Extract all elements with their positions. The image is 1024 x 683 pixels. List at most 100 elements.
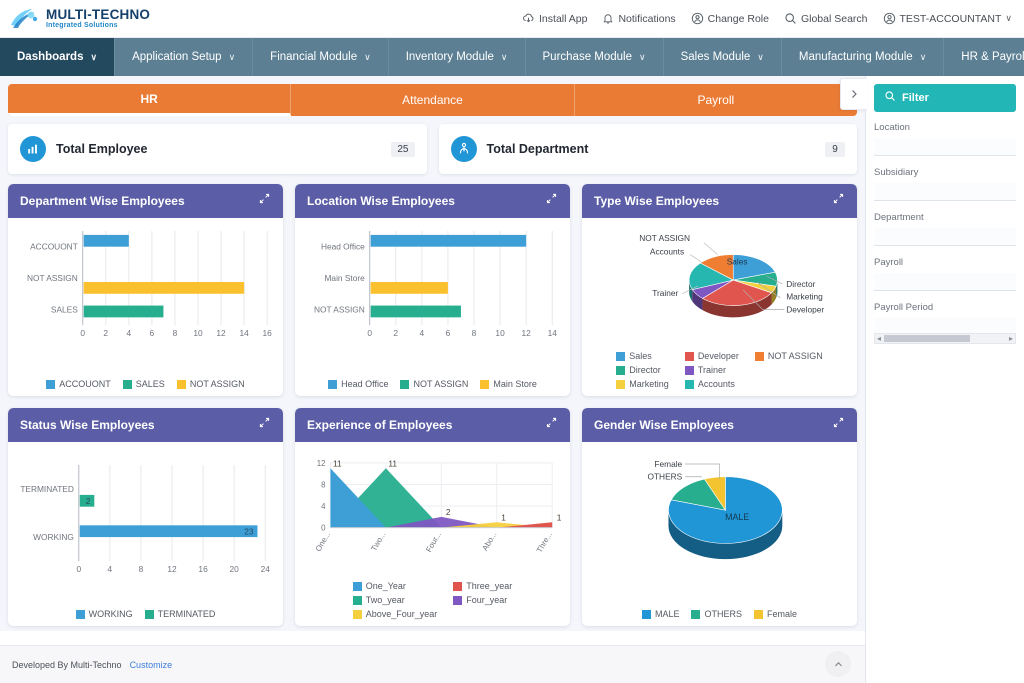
- expand-icon[interactable]: [545, 192, 558, 210]
- svg-text:Four...: Four...: [424, 530, 443, 554]
- expand-icon[interactable]: [258, 416, 271, 434]
- legend-label: OTHERS: [704, 609, 742, 619]
- card-header: Gender Wise Employees: [582, 408, 857, 442]
- svg-text:Director: Director: [786, 279, 815, 289]
- tab-hr[interactable]: HR: [8, 84, 291, 116]
- kpi-card-total-employee[interactable]: Total Employee 25: [8, 124, 427, 174]
- payroll-input[interactable]: [874, 273, 1016, 291]
- legend-item: ACCOUONT: [46, 379, 111, 389]
- svg-text:Main Store: Main Store: [325, 273, 366, 283]
- legend-swatch: [616, 380, 625, 389]
- svg-text:4: 4: [126, 328, 131, 338]
- legend-item: Three_year: [453, 581, 512, 591]
- svg-text:0: 0: [76, 564, 81, 574]
- svg-text:OTHERS: OTHERS: [647, 472, 682, 482]
- department-bar-chart: 0246810121416ACCOUONTNOT ASSIGNSALES: [14, 224, 277, 342]
- card-experience-of-employees: Experience of Employees 048121111211One.…: [295, 408, 570, 626]
- status-bar-chart: 04812162024TERMINATED2WORKING23: [14, 448, 277, 584]
- legend-label: Trainer: [698, 365, 726, 375]
- nav-item-sales-module[interactable]: Sales Module ∨: [664, 38, 782, 76]
- legend-label: Main Store: [493, 379, 537, 389]
- scroll-to-top-button[interactable]: [825, 651, 851, 677]
- svg-text:11: 11: [333, 458, 342, 468]
- scrollbar-thumb[interactable]: [884, 335, 970, 342]
- legend-swatch: [453, 582, 462, 591]
- filter-label: Payroll Period: [874, 302, 1016, 313]
- filter-field-department: Department: [874, 212, 1016, 246]
- subsidiary-input[interactable]: [874, 183, 1016, 201]
- kpi-label: Total Department: [487, 142, 816, 156]
- chevron-down-icon: ∨: [1005, 13, 1012, 24]
- legend-label: TERMINATED: [158, 609, 216, 619]
- expand-icon[interactable]: [258, 192, 271, 210]
- nav-item-hr-payroll[interactable]: HR & Payroll ∨: [944, 38, 1024, 76]
- filter-field-subsidiary: Subsidiary: [874, 167, 1016, 201]
- card-header: Type Wise Employees: [582, 184, 857, 218]
- legend-label: Four_year: [466, 595, 507, 605]
- legend-label: NOT ASSIGN: [768, 351, 823, 361]
- nav-item-dashboards[interactable]: Dashboards ∨: [0, 38, 115, 76]
- legend-label: Female: [767, 609, 797, 619]
- card-title: Experience of Employees: [307, 418, 452, 432]
- legend-label: NOT ASSIGN: [413, 379, 468, 389]
- legend-swatch: [616, 366, 625, 375]
- legend-department: ACCOUONT SALES NOT ASSIGN: [8, 377, 283, 396]
- install-app-label: Install App: [539, 13, 587, 25]
- filter-header[interactable]: Filter: [874, 84, 1016, 112]
- scroll-right-arrow-icon[interactable]: ▸: [1007, 334, 1015, 343]
- dashboard-tabs: HR Attendance Payroll: [8, 84, 857, 116]
- tab-attendance[interactable]: Attendance: [291, 84, 574, 116]
- user-menu[interactable]: TEST-ACCOUNTANT ∨: [883, 12, 1012, 25]
- svg-text:Trainer: Trainer: [652, 288, 678, 298]
- install-app-action[interactable]: Install App: [522, 12, 587, 25]
- location-input[interactable]: [874, 138, 1016, 156]
- bell-icon: [602, 12, 614, 25]
- legend-swatch: [46, 380, 55, 389]
- nav-item-manufacturing-module[interactable]: Manufacturing Module ∨: [782, 38, 944, 76]
- dashboard-app: MULTI-TECHNO Integrated Solutions Instal…: [0, 0, 1024, 683]
- svg-text:6: 6: [446, 328, 451, 338]
- filter-panel-toggle[interactable]: [840, 78, 867, 110]
- tab-payroll[interactable]: Payroll: [575, 84, 857, 116]
- body-area: HR Attendance Payroll Total Employee 25: [0, 76, 1024, 683]
- expand-icon[interactable]: [832, 416, 845, 434]
- nav-item-financial-module[interactable]: Financial Module ∨: [253, 38, 389, 76]
- change-role-action[interactable]: Change Role: [691, 12, 769, 25]
- svg-text:SALES: SALES: [51, 304, 78, 314]
- legend-item: Head Office: [328, 379, 388, 389]
- main-navigation: Dashboards ∨ Application Setup ∨ Financi…: [0, 38, 1024, 76]
- svg-text:20: 20: [230, 564, 240, 574]
- svg-text:Female: Female: [654, 459, 682, 469]
- chevron-down-icon: ∨: [90, 52, 97, 63]
- svg-text:12: 12: [522, 328, 532, 338]
- expand-icon[interactable]: [545, 416, 558, 434]
- kpi-card-total-department[interactable]: Total Department 9: [439, 124, 858, 174]
- legend-swatch: [685, 352, 694, 361]
- expand-icon[interactable]: [832, 192, 845, 210]
- notifications-action[interactable]: Notifications: [602, 12, 675, 25]
- legend-item: [755, 365, 823, 375]
- customize-link[interactable]: Customize: [130, 660, 173, 670]
- svg-text:12: 12: [317, 459, 326, 468]
- brand-logo[interactable]: MULTI-TECHNO Integrated Solutions: [10, 7, 150, 31]
- nav-item-purchase-module[interactable]: Purchase Module ∨: [526, 38, 664, 76]
- user-switch-icon: [691, 12, 704, 25]
- svg-text:4: 4: [420, 328, 425, 338]
- filter-horizontal-scrollbar[interactable]: ◂ ▸: [874, 333, 1016, 344]
- scroll-left-arrow-icon[interactable]: ◂: [875, 334, 883, 343]
- legend-label: Above_Four_year: [366, 609, 438, 619]
- legend-gender: MALE OTHERS Female: [582, 607, 857, 626]
- global-search-action[interactable]: Global Search: [784, 12, 868, 25]
- legend-item: Four_year: [453, 595, 512, 605]
- department-input[interactable]: [874, 228, 1016, 246]
- svg-text:14: 14: [239, 328, 249, 338]
- svg-text:1: 1: [557, 512, 562, 522]
- svg-text:Developer: Developer: [786, 304, 824, 314]
- legend-location: Head Office NOT ASSIGN Main Store: [295, 377, 570, 396]
- svg-text:6: 6: [150, 328, 155, 338]
- svg-text:2: 2: [393, 328, 398, 338]
- legend-swatch: [328, 380, 337, 389]
- nav-item-inventory-module[interactable]: Inventory Module ∨: [389, 38, 526, 76]
- legend-item: NOT ASSIGN: [755, 351, 823, 361]
- nav-item-application-setup[interactable]: Application Setup ∨: [115, 38, 253, 76]
